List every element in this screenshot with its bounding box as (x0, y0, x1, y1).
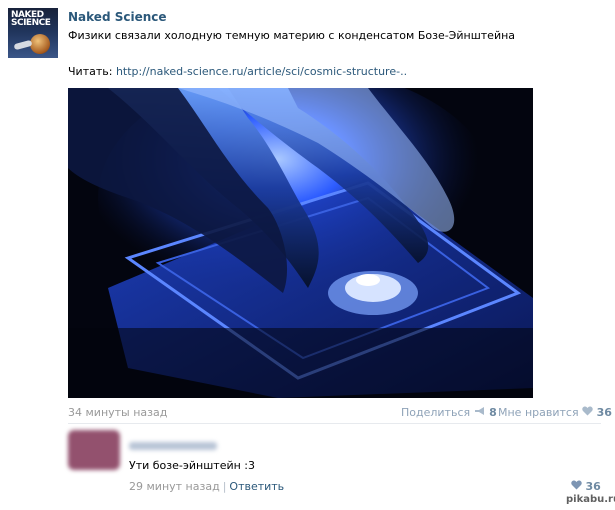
watermark: pikabu.ru (566, 494, 615, 505)
post-author-name[interactable]: Naked Science (68, 10, 167, 24)
share-button[interactable]: Поделиться 8 (401, 406, 497, 419)
comment-meta: 29 минут назад | Ответить (129, 480, 284, 493)
post-link-line: Читать: http://naked-science.ru/article/… (68, 65, 407, 78)
reply-button[interactable]: Ответить (229, 480, 284, 493)
comment-author-name[interactable] (129, 442, 217, 450)
comment-divider (68, 423, 601, 424)
megaphone-icon (474, 406, 486, 419)
avatar-logo-text: NAKED SCIENCE (11, 10, 51, 28)
post-timestamp[interactable]: 34 минуты назад (68, 406, 167, 419)
share-label: Поделиться (401, 406, 471, 419)
planet-graphic (30, 34, 50, 54)
post-link-prefix: Читать: (68, 65, 116, 78)
like-count: 36 (596, 406, 612, 419)
comment-timestamp[interactable]: 29 минут назад (129, 480, 220, 493)
post-avatar[interactable]: NAKED SCIENCE (8, 8, 58, 58)
comment-separator: | (222, 480, 227, 493)
comment-like-button[interactable]: 36 (571, 480, 601, 493)
like-label: Мне нравится (498, 406, 579, 419)
comment-like-count: 36 (585, 480, 601, 493)
spacecraft-graphic (13, 39, 33, 51)
heart-icon (582, 406, 593, 419)
heart-icon (571, 480, 582, 493)
post-photo[interactable] (68, 88, 533, 398)
post-link[interactable]: http://naked-science.ru/article/sci/cosm… (116, 65, 407, 78)
post-text: Физики связали холодную темную материю с… (68, 29, 516, 42)
share-count: 8 (489, 406, 497, 419)
photo-illustration (68, 88, 533, 398)
comment-text: Ути бозе-эйнштейн :3 (129, 459, 256, 472)
like-button[interactable]: Мне нравится 36 (498, 406, 612, 419)
comment-avatar[interactable] (68, 430, 120, 470)
